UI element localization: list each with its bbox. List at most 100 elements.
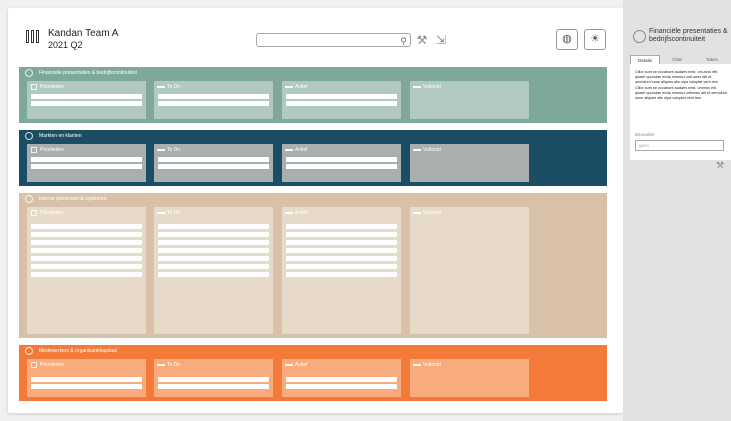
- card[interactable]: [31, 232, 142, 237]
- list-icon: [285, 212, 293, 214]
- card[interactable]: [286, 272, 397, 277]
- column-label: Actief: [295, 147, 308, 153]
- card[interactable]: [286, 377, 397, 382]
- column-prioriteiten[interactable]: Prioriteiten: [27, 207, 146, 334]
- card[interactable]: [286, 248, 397, 253]
- beoorden-field[interactable]: geen: [635, 140, 724, 151]
- priority-icon: [31, 362, 37, 368]
- card[interactable]: [286, 157, 397, 162]
- card[interactable]: [31, 272, 142, 277]
- column-prioriteiten[interactable]: Prioriteiten: [27, 144, 146, 182]
- team-name: Kandan Team A: [48, 28, 119, 39]
- target-icon: [25, 195, 33, 203]
- card[interactable]: [31, 377, 142, 382]
- column-label: Actief: [295, 84, 308, 90]
- card[interactable]: [286, 240, 397, 245]
- column-label: Voltooid: [423, 84, 441, 90]
- period-label: 2021 Q2: [48, 40, 83, 50]
- wrench-icon[interactable]: ⚒: [415, 33, 429, 47]
- card[interactable]: [158, 264, 269, 269]
- card[interactable]: [31, 94, 142, 99]
- column-label: Prioriteiten: [40, 84, 64, 90]
- card[interactable]: [286, 94, 397, 99]
- column-label: To Do: [167, 84, 181, 90]
- column-actief[interactable]: Actief: [282, 144, 401, 182]
- wrench-icon[interactable]: ⚒: [716, 160, 724, 171]
- card[interactable]: [158, 240, 269, 245]
- card[interactable]: [31, 224, 142, 229]
- column-label: Voltooid: [423, 210, 441, 216]
- column-todo[interactable]: To Do: [154, 144, 273, 182]
- list-icon: [285, 364, 293, 366]
- search-input[interactable]: ⚲: [256, 33, 411, 47]
- card[interactable]: [31, 101, 142, 106]
- card[interactable]: [31, 256, 142, 261]
- card[interactable]: [158, 377, 269, 382]
- list-icon: [413, 86, 421, 88]
- column-todo[interactable]: To Do: [154, 207, 273, 334]
- column-voltooid[interactable]: Voltooid: [410, 81, 529, 119]
- card[interactable]: [31, 240, 142, 245]
- column-voltooid[interactable]: Voltooid: [410, 207, 529, 334]
- card[interactable]: [286, 232, 397, 237]
- card[interactable]: [31, 164, 142, 169]
- column-prioriteiten[interactable]: Prioriteiten: [27, 359, 146, 397]
- column-label: To Do: [167, 147, 181, 153]
- card[interactable]: [158, 384, 269, 389]
- target-icon: [25, 347, 33, 355]
- column-label: Prioriteiten: [40, 147, 64, 153]
- target-icon: [25, 132, 33, 140]
- column-todo[interactable]: To Do: [154, 81, 273, 119]
- list-icon: [413, 212, 421, 214]
- column-voltooid[interactable]: Voltooid: [410, 359, 529, 397]
- details-panel: Cillor sum se occabore audaes nest, om-m…: [630, 64, 731, 160]
- section-markets: Markten en klanten Prioriteiten To Do Ac…: [19, 130, 607, 186]
- list-icon: [157, 364, 165, 366]
- card[interactable]: [286, 264, 397, 269]
- target-icon: [633, 30, 646, 43]
- column-label: To Do: [167, 362, 181, 368]
- list-icon: [285, 149, 293, 151]
- section-title: Medewerkers & organisatiekapitaal: [39, 348, 117, 354]
- board-logo-icon: [26, 30, 39, 43]
- column-prioriteiten[interactable]: Prioriteiten: [27, 81, 146, 119]
- section-intern: Interne processen & systemen Prioriteite…: [19, 193, 607, 338]
- column-todo[interactable]: To Do: [154, 359, 273, 397]
- card[interactable]: [158, 272, 269, 277]
- card[interactable]: [158, 164, 269, 169]
- sidebar-title: Financiële presentaties & bedrijfscontin…: [649, 28, 728, 43]
- column-actief[interactable]: Actief: [282, 207, 401, 334]
- card[interactable]: [31, 264, 142, 269]
- card[interactable]: [286, 224, 397, 229]
- section-title: Interne processen & systemen: [39, 196, 107, 202]
- list-icon: [157, 212, 165, 214]
- card[interactable]: [286, 256, 397, 261]
- card[interactable]: [31, 248, 142, 253]
- column-actief[interactable]: Actief: [282, 359, 401, 397]
- card[interactable]: [31, 384, 142, 389]
- search-icon[interactable]: ⚲: [400, 35, 407, 47]
- idea-button[interactable]: ☀: [584, 29, 606, 50]
- section-title: Financiële presentaties & bedrijfscontin…: [39, 70, 137, 76]
- card[interactable]: [158, 101, 269, 106]
- section-intern-header: Interne processen & systemen: [19, 193, 607, 206]
- card[interactable]: [158, 157, 269, 162]
- column-voltooid[interactable]: Voltooid: [410, 144, 529, 182]
- collapse-icon[interactable]: ⇲: [434, 33, 448, 47]
- card[interactable]: [31, 157, 142, 162]
- card[interactable]: [158, 256, 269, 261]
- basket-button[interactable]: ◍: [556, 29, 578, 50]
- card[interactable]: [158, 224, 269, 229]
- list-icon: [285, 86, 293, 88]
- priority-icon: [31, 147, 37, 153]
- card[interactable]: [286, 384, 397, 389]
- card[interactable]: [158, 94, 269, 99]
- section-markets-header: Markten en klanten: [19, 130, 607, 143]
- list-icon: [413, 364, 421, 366]
- column-label: Prioriteiten: [40, 362, 64, 368]
- card[interactable]: [286, 101, 397, 106]
- card[interactable]: [158, 232, 269, 237]
- card[interactable]: [158, 248, 269, 253]
- card[interactable]: [286, 164, 397, 169]
- column-actief[interactable]: Actief: [282, 81, 401, 119]
